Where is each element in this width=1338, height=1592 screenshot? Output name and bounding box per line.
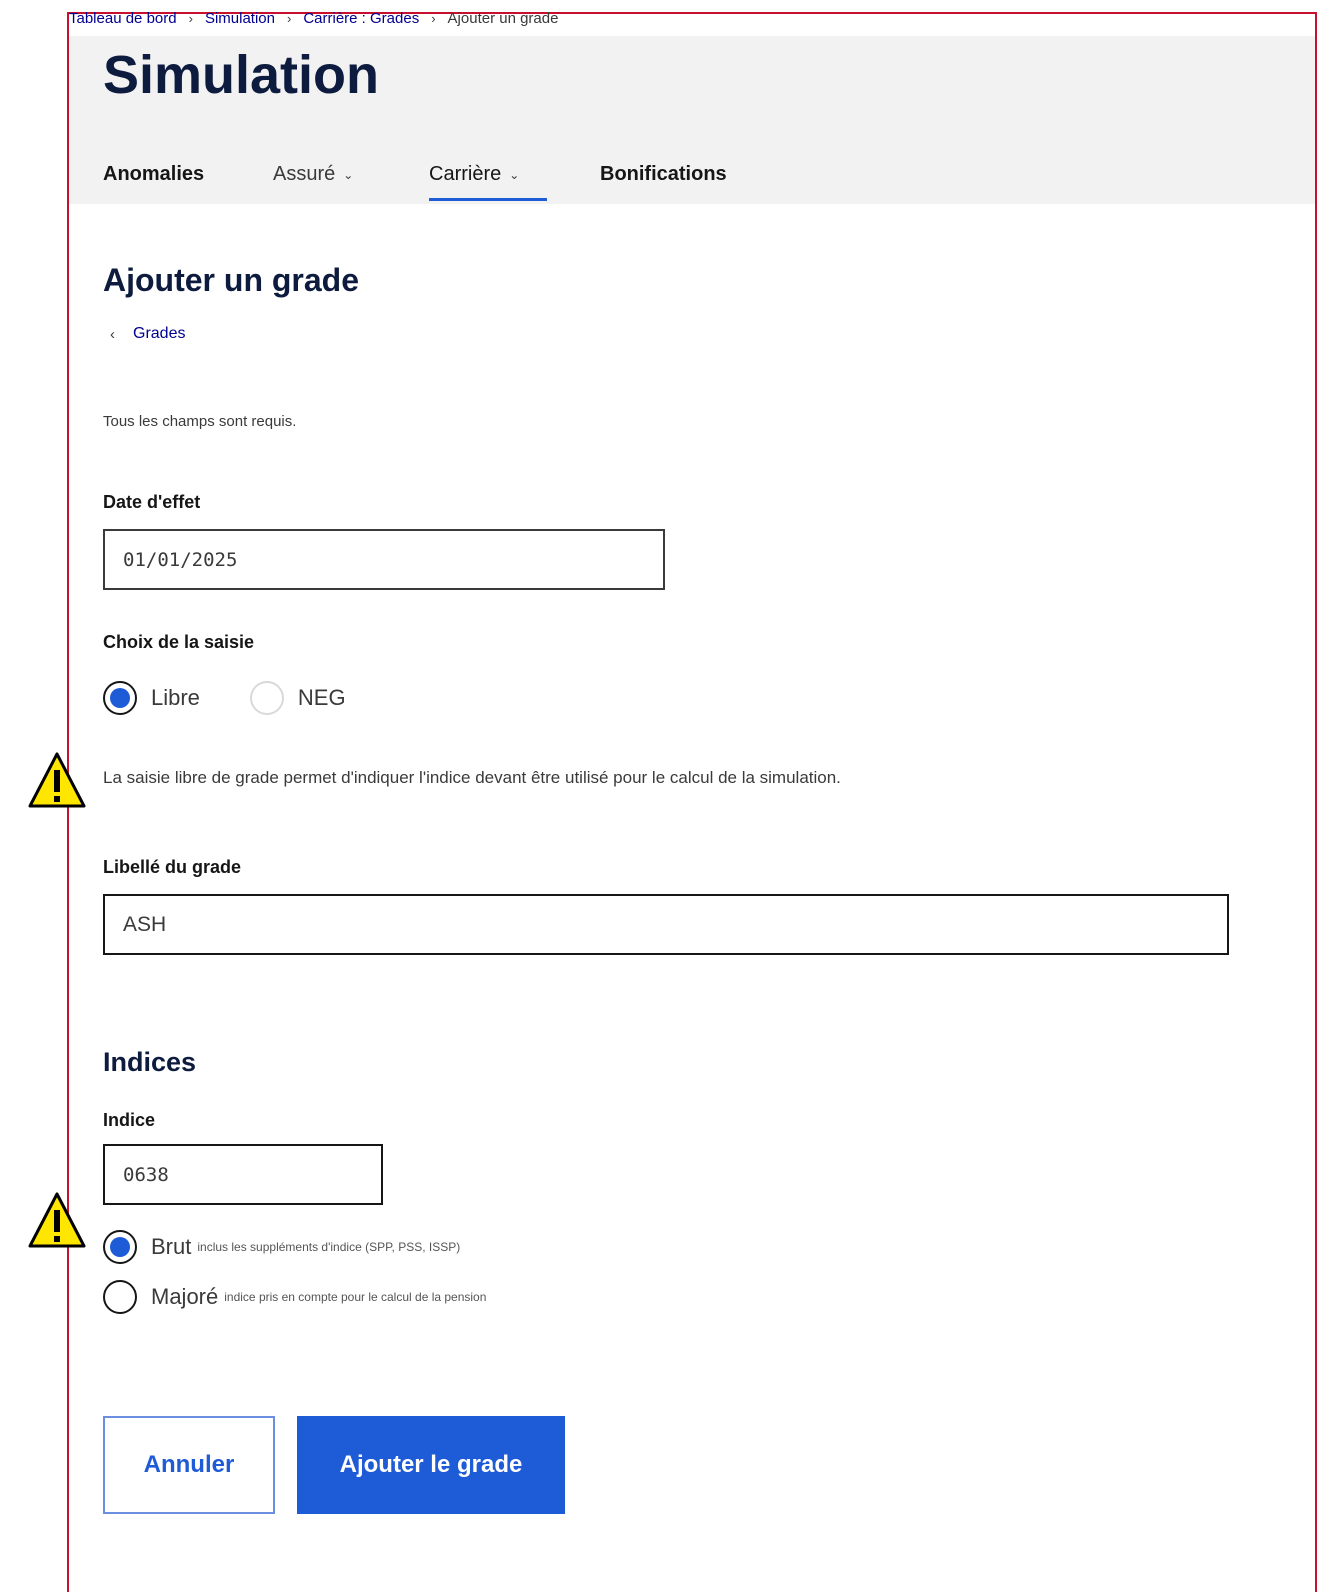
add-grade-button[interactable]: Ajouter le grade <box>297 1416 565 1514</box>
page-title: Simulation <box>103 45 380 105</box>
radio-input-neg[interactable] <box>249 681 284 715</box>
back-link-label: Grades <box>133 325 186 342</box>
date-field[interactable]: 01/01/2025 <box>103 529 665 590</box>
breadcrumb: Tableau de bord › Simulation › Carrière … <box>69 10 558 27</box>
radio-brut[interactable]: Brut inclus les suppléments d'indice (SP… <box>103 1230 460 1264</box>
form-heading: Ajouter un grade <box>103 262 360 298</box>
tab-assure[interactable]: Assuré ⌄ <box>273 163 429 186</box>
choice-radio-group: Libre NEG <box>103 681 346 715</box>
chevron-down-icon: ⌄ <box>343 167 354 182</box>
indice-label: Indice <box>103 1110 156 1130</box>
grade-field[interactable]: ASH <box>103 894 1229 955</box>
radio-hint-brut: inclus les suppléments d'indice (SPP, PS… <box>197 1240 461 1254</box>
radio-label-neg: NEG <box>297 685 346 710</box>
chevron-left-icon: ‹ <box>110 325 115 343</box>
breadcrumb-current: Ajouter un grade <box>447 10 559 27</box>
chevron-down-icon: ⌄ <box>509 167 520 182</box>
cancel-button[interactable]: Annuler <box>103 1416 275 1514</box>
back-link-grades[interactable]: ‹ Grades <box>110 325 185 343</box>
tab-label: Bonifications <box>600 163 727 185</box>
radio-hint-majore: indice pris en compte pour le calcul de … <box>224 1290 487 1304</box>
radio-libre[interactable]: Libre <box>103 681 200 715</box>
indice-field[interactable]: 0638 <box>103 1144 383 1205</box>
tab-label: Assuré <box>273 163 336 185</box>
radio-input-libre[interactable] <box>103 681 137 715</box>
breadcrumb-link-grades[interactable]: Carrière : Grades <box>303 10 419 27</box>
choice-label: Choix de la saisie <box>103 632 255 652</box>
radio-input-majore[interactable] <box>103 1280 137 1314</box>
indices-heading: Indices <box>103 1047 197 1077</box>
tab-label: Carrière <box>429 163 502 185</box>
tab-bonifications[interactable]: Bonifications <box>600 163 800 186</box>
tab-anomalies[interactable]: Anomalies <box>103 163 273 186</box>
radio-label-majore: Majoré <box>151 1284 219 1309</box>
tab-carriere[interactable]: Carrière ⌄ <box>429 163 600 201</box>
page-frame <box>67 12 1317 1592</box>
warning-icon <box>28 1192 86 1248</box>
tab-bar: Anomalies Assuré ⌄ Carrière ⌄ Bonificati… <box>103 163 800 201</box>
grade-label: Libellé du grade <box>103 857 242 877</box>
warning-icon <box>28 752 86 808</box>
radio-label-libre: Libre <box>151 685 200 710</box>
date-label: Date d'effet <box>103 492 201 512</box>
breadcrumb-link-simulation[interactable]: Simulation <box>205 10 275 27</box>
info-text: La saisie libre de grade permet d'indiqu… <box>103 768 841 787</box>
radio-label-brut: Brut <box>151 1234 192 1259</box>
breadcrumb-separator-icon: › <box>431 11 436 26</box>
radio-majore[interactable]: Majoré indice pris en compte pour le cal… <box>103 1280 486 1314</box>
breadcrumb-separator-icon: › <box>286 11 292 26</box>
radio-input-brut[interactable] <box>103 1230 137 1264</box>
breadcrumb-link-dashboard[interactable]: Tableau de bord <box>69 10 177 27</box>
tab-label: Anomalies <box>103 163 205 185</box>
breadcrumb-separator-icon: › <box>188 11 193 26</box>
radio-neg[interactable]: NEG <box>249 681 346 715</box>
required-note: Tous les champs sont requis. <box>103 413 297 430</box>
